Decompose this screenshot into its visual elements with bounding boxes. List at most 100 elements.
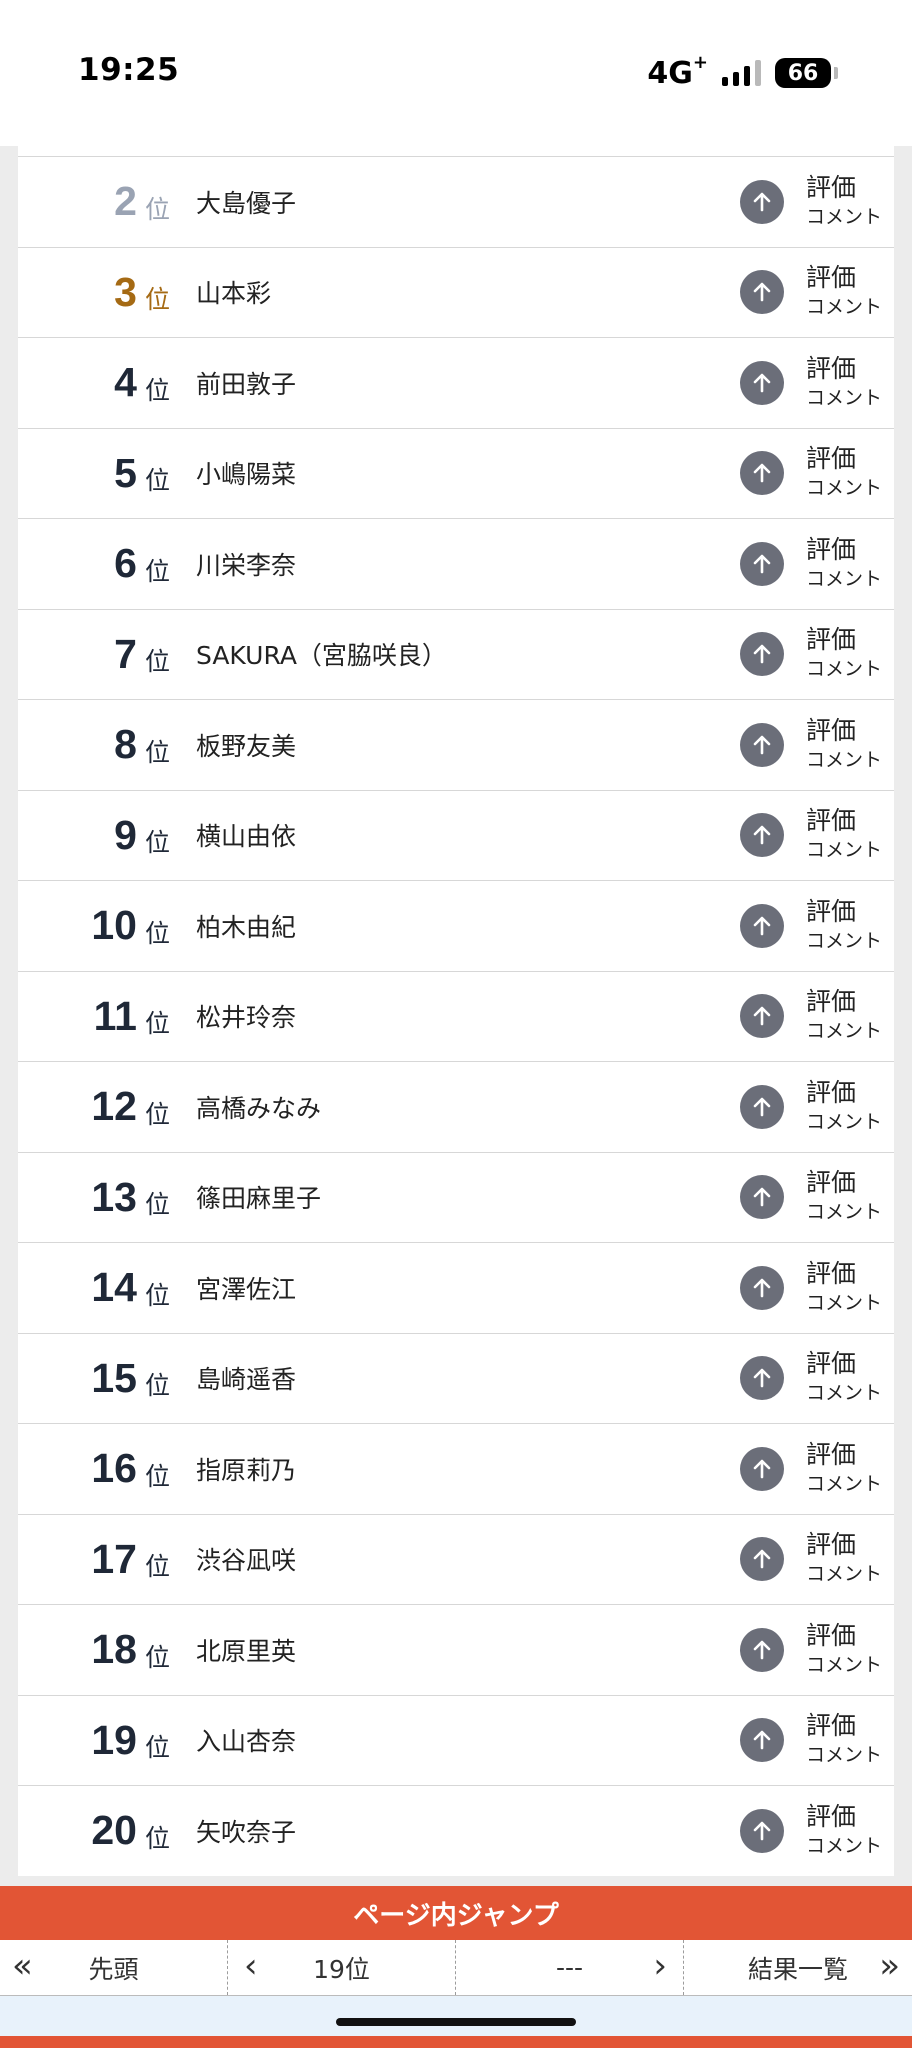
- member-name[interactable]: 板野友美: [196, 700, 296, 790]
- arrow-up-icon: [753, 1187, 771, 1207]
- vote-up-button[interactable]: [740, 1356, 784, 1401]
- member-name[interactable]: 北原里英: [196, 1605, 296, 1695]
- arrow-up-icon: [753, 1459, 771, 1479]
- member-name[interactable]: 渋谷凪咲: [196, 1515, 296, 1605]
- member-name[interactable]: 横山由依: [196, 791, 296, 881]
- evaluate-link[interactable]: 評価: [806, 897, 882, 927]
- arrow-up-icon: [753, 373, 771, 393]
- jump-prev-button[interactable]: ‹ 19位: [228, 1940, 456, 1995]
- comment-link[interactable]: コメント: [806, 1379, 882, 1407]
- vote-up-button[interactable]: [740, 360, 784, 405]
- rank-number: 12: [91, 1083, 137, 1130]
- evaluate-link[interactable]: 評価: [806, 1711, 882, 1741]
- vote-up-button[interactable]: [740, 1627, 784, 1672]
- comment-link[interactable]: コメント: [806, 1289, 882, 1317]
- member-name[interactable]: 川栄李奈: [196, 519, 296, 609]
- evaluate-link[interactable]: 評価: [806, 1440, 882, 1470]
- rank: 3位: [18, 248, 178, 338]
- evaluate-link[interactable]: 評価: [806, 535, 882, 565]
- evaluate-link[interactable]: 評価: [806, 444, 882, 474]
- evaluate-link[interactable]: 評価: [806, 1802, 882, 1832]
- vote-up-button[interactable]: [740, 1718, 784, 1763]
- rank-number: 20: [91, 1807, 137, 1854]
- member-name[interactable]: 大島優子: [196, 157, 296, 247]
- comment-link[interactable]: コメント: [806, 746, 882, 774]
- vote-up-button[interactable]: [740, 722, 784, 767]
- evaluate-link[interactable]: 評価: [806, 1349, 882, 1379]
- member-name[interactable]: SAKURA（宮脇咲良）: [196, 610, 447, 700]
- comment-link[interactable]: コメント: [806, 1470, 882, 1498]
- comment-link[interactable]: コメント: [806, 655, 882, 683]
- member-name[interactable]: 矢吹奈子: [196, 1786, 296, 1876]
- evaluate-link[interactable]: 評価: [806, 1078, 882, 1108]
- member-name[interactable]: 島崎遥香: [196, 1334, 296, 1424]
- member-name[interactable]: 小嶋陽菜: [196, 429, 296, 519]
- evaluate-link[interactable]: 評価: [806, 1259, 882, 1289]
- jump-prev-label: 19位: [313, 1954, 370, 1984]
- comment-link[interactable]: コメント: [806, 1832, 882, 1860]
- comment-link[interactable]: コメント: [806, 1198, 882, 1226]
- evaluate-link[interactable]: 評価: [806, 987, 882, 1017]
- vote-up-button[interactable]: [740, 632, 784, 677]
- member-name[interactable]: 宮澤佐江: [196, 1243, 296, 1333]
- evaluate-link[interactable]: 評価: [806, 1168, 882, 1198]
- jump-next-button[interactable]: --- ›: [456, 1940, 684, 1995]
- comment-link[interactable]: コメント: [806, 203, 882, 231]
- evaluate-link[interactable]: 評価: [806, 1530, 882, 1560]
- rank-unit: 位: [144, 1461, 170, 1491]
- vote-up-button[interactable]: [740, 813, 784, 858]
- comment-link[interactable]: コメント: [806, 474, 882, 502]
- double-chevron-left-icon: «: [12, 1946, 33, 1986]
- jump-first-button[interactable]: « 先頭: [0, 1940, 228, 1995]
- evaluate-link[interactable]: 評価: [806, 173, 882, 203]
- member-name[interactable]: 山本彩: [196, 248, 271, 338]
- comment-link[interactable]: コメント: [806, 565, 882, 593]
- evaluate-link[interactable]: 評価: [806, 716, 882, 746]
- row-actions: 評価コメント: [806, 1786, 882, 1876]
- arrow-up-icon: [753, 1549, 771, 1569]
- vote-up-button[interactable]: [740, 179, 784, 224]
- vote-up-button[interactable]: [740, 451, 784, 496]
- vote-up-button[interactable]: [740, 541, 784, 586]
- comment-link[interactable]: コメント: [806, 836, 882, 864]
- member-name[interactable]: 高橋みなみ: [196, 1062, 321, 1152]
- evaluate-link[interactable]: 評価: [806, 354, 882, 384]
- evaluate-link[interactable]: 評価: [806, 806, 882, 836]
- rank: 4位: [18, 338, 178, 428]
- network-type: 4G: [647, 55, 693, 91]
- comment-link[interactable]: コメント: [806, 1741, 882, 1769]
- vote-up-button[interactable]: [740, 1808, 784, 1853]
- battery-level: 66: [787, 60, 819, 86]
- ranking-row: 8 位板野友美 評価 コメント: [18, 699, 894, 790]
- comment-link[interactable]: コメント: [806, 293, 882, 321]
- vote-up-button[interactable]: [740, 994, 784, 1039]
- comment-link[interactable]: コメント: [806, 1017, 882, 1045]
- arrow-up-icon: [753, 1821, 771, 1841]
- member-name[interactable]: 篠田麻里子: [196, 1153, 321, 1243]
- vote-up-button[interactable]: [740, 903, 784, 948]
- home-indicator[interactable]: [336, 2018, 576, 2026]
- jump-results-button[interactable]: 結果一覧 »: [684, 1940, 912, 1995]
- evaluate-link[interactable]: 評価: [806, 625, 882, 655]
- member-name[interactable]: 前田敦子: [196, 338, 296, 428]
- comment-link[interactable]: コメント: [806, 1651, 882, 1679]
- vote-up-button[interactable]: [740, 1537, 784, 1582]
- vote-up-button[interactable]: [740, 270, 784, 315]
- vote-up-button[interactable]: [740, 1084, 784, 1129]
- vote-up-button[interactable]: [740, 1265, 784, 1310]
- vote-up-button[interactable]: [740, 1446, 784, 1491]
- evaluate-link[interactable]: 評価: [806, 263, 882, 293]
- comment-link[interactable]: コメント: [806, 384, 882, 412]
- vote-up-button[interactable]: [740, 1175, 784, 1220]
- network-plus: +: [692, 51, 708, 73]
- comment-link[interactable]: コメント: [806, 1108, 882, 1136]
- evaluate-link[interactable]: 評価: [806, 1621, 882, 1651]
- member-name[interactable]: 入山杏奈: [196, 1696, 296, 1786]
- comment-link[interactable]: コメント: [806, 927, 882, 955]
- member-name[interactable]: 指原莉乃: [196, 1424, 296, 1514]
- member-name[interactable]: 松井玲奈: [196, 972, 296, 1062]
- rank-number: 17: [91, 1535, 137, 1582]
- page-jump-title: ページ内ジャンプ: [0, 1886, 912, 1940]
- member-name[interactable]: 柏木由紀: [196, 881, 296, 971]
- comment-link[interactable]: コメント: [806, 1560, 882, 1588]
